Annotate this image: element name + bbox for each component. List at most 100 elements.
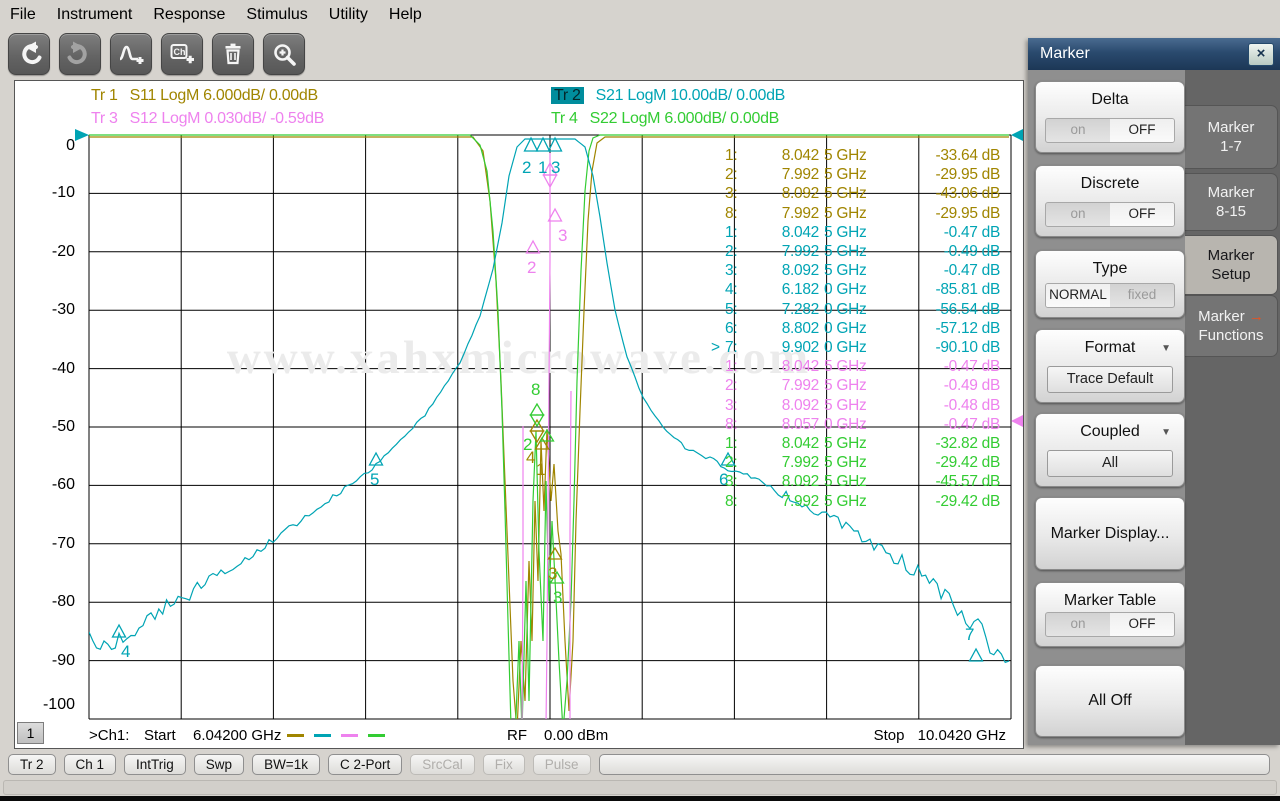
marker-table-row: 1:8.0425 GHz-0.47 dB (725, 357, 1005, 376)
svg-text:2: 2 (523, 435, 532, 454)
marker-table-row: 3:8.0925 GHz-0.47 dB (725, 261, 1005, 280)
tab-line: 8-15 (1216, 202, 1246, 221)
status-bw-1k-button[interactable]: BW=1k (252, 754, 320, 775)
tab-line: Marker → (1198, 307, 1264, 326)
status-swp-button[interactable]: Swp (194, 754, 244, 775)
marker-frequency-unit: 5 GHz (819, 357, 897, 376)
menu-item-instrument[interactable]: Instrument (57, 6, 133, 24)
button-label: Discrete (1036, 175, 1184, 193)
tab-line: 1-7 (1220, 137, 1242, 156)
marker-number: 1: (725, 434, 747, 453)
y-axis-label: -50 (31, 418, 75, 436)
status-ch-1-button[interactable]: Ch 1 (64, 754, 117, 775)
trace-settings: S22 LogM 6.000dB/ 0.00dB (590, 110, 779, 127)
format-button[interactable]: Format▼Trace Default (1035, 329, 1185, 403)
type-button[interactable]: TypeNORMALfixed (1035, 250, 1185, 318)
marker-value: -90.10 dB (897, 338, 1000, 357)
marker-value: -0.49 dB (897, 376, 1000, 395)
marker-value: -29.42 dB (897, 492, 1000, 511)
marker-frequency-unit: 0 GHz (819, 280, 897, 299)
marker-frequency: 7.992 (747, 165, 819, 184)
marker-frequency-unit: 5 GHz (819, 223, 897, 242)
new-trace-button[interactable] (110, 33, 152, 75)
delete-button[interactable] (212, 33, 254, 75)
marker-frequency-unit: 0 GHz (819, 415, 897, 434)
status-srccal-button: SrcCal (410, 754, 475, 775)
marker-frequency-unit: 5 GHz (819, 261, 897, 280)
status-fix-button: Fix (483, 754, 525, 775)
marker-number: 1: (725, 223, 747, 242)
toggle-on[interactable]: on (1046, 613, 1110, 636)
svg-text:1: 1 (538, 158, 547, 177)
trace-id: Tr 1 (91, 87, 118, 104)
menu-item-response[interactable]: Response (153, 6, 225, 24)
discrete-toggle[interactable]: onOFF (1045, 202, 1175, 227)
delta-button[interactable]: DeltaonOFF (1035, 81, 1185, 153)
trace-id: Tr 3 (91, 110, 118, 127)
marker-number: 8: (725, 415, 747, 434)
legend-dash-tr-1 (287, 734, 304, 737)
marker-number: 1: (725, 357, 747, 376)
marker-table-row: 1:8.0425 GHz-32.82 dB (725, 434, 1005, 453)
channel-1-badge[interactable]: 1 (17, 722, 44, 744)
delete-icon (220, 41, 246, 67)
type-toggle[interactable]: NORMALfixed (1045, 283, 1175, 308)
marker-frequency: 8.042 (747, 434, 819, 453)
marker-display-button[interactable]: Marker Display... (1035, 497, 1185, 570)
status-filler (599, 754, 1270, 775)
svg-text:2: 2 (522, 158, 531, 177)
toggle-normal[interactable]: NORMAL (1046, 284, 1110, 307)
rf-label: RF (507, 727, 527, 744)
marker-frequency: 7.992 (747, 492, 819, 511)
tab-marker-setup[interactable]: MarkerSetup (1185, 235, 1278, 295)
toggle-off[interactable]: OFF (1110, 203, 1174, 226)
toggle-on[interactable]: on (1046, 203, 1110, 226)
toggle-on[interactable]: on (1046, 119, 1110, 142)
y-axis-label: 0 (31, 137, 75, 155)
trace-label-tr-4[interactable]: Tr 4S22 LogM 6.000dB/ 0.00dB (551, 110, 779, 128)
menu-item-file[interactable]: File (10, 6, 36, 24)
close-icon[interactable]: × (1248, 43, 1274, 66)
all-option[interactable]: All (1047, 450, 1173, 477)
trace-default-option[interactable]: Trace Default (1047, 366, 1173, 393)
tab-marker-1-7[interactable]: Marker1-7 (1185, 105, 1278, 169)
trace-label-tr-2[interactable]: Tr 2S21 LogM 10.00dB/ 0.00dB (551, 87, 785, 105)
svg-text:3: 3 (553, 588, 562, 607)
status-tr-2-button[interactable]: Tr 2 (8, 754, 56, 775)
marker-table-button[interactable]: Marker TableonOFF (1035, 582, 1185, 647)
chevron-down-icon: ▼ (1161, 343, 1171, 354)
trace-label-tr-3[interactable]: Tr 3S12 LogM 0.030dB/ -0.59dB (91, 110, 324, 128)
y-axis-label: -70 (31, 535, 75, 553)
coupled-button[interactable]: Coupled▼All (1035, 413, 1185, 487)
trace-label-tr-1[interactable]: Tr 1S11 LogM 6.000dB/ 0.00dB (91, 87, 318, 105)
marker-value: -85.81 dB (897, 280, 1000, 299)
y-axis-label: -80 (31, 593, 75, 611)
new-channel-button[interactable]: Ch (161, 33, 203, 75)
all-off-button[interactable]: All Off (1035, 665, 1185, 737)
delta-toggle[interactable]: onOFF (1045, 118, 1175, 143)
status-c-2-port-button[interactable]: C 2-Port (328, 754, 402, 775)
toggle-off[interactable]: OFF (1110, 119, 1174, 142)
marker-frequency-unit: 0 GHz (819, 319, 897, 338)
start-value: 6.04200 GHz (193, 727, 281, 744)
toggle-fixed[interactable]: fixed (1110, 284, 1174, 307)
tab-line: Marker (1208, 118, 1255, 137)
status-pulse-button: Pulse (533, 754, 591, 775)
menu-item-stimulus[interactable]: Stimulus (246, 6, 307, 24)
start-label: Start (144, 727, 176, 744)
tab-marker-8-15[interactable]: Marker8-15 (1185, 173, 1278, 231)
discrete-button[interactable]: Discrete onOFF (1035, 165, 1185, 237)
marker-number: 8: (725, 204, 747, 223)
menu-item-utility[interactable]: Utility (329, 6, 368, 24)
menu-item-help[interactable]: Help (389, 6, 422, 24)
toggle-off[interactable]: OFF (1110, 613, 1174, 636)
marker-table-row: 2:7.9925 GHz-29.95 dB (725, 165, 1005, 184)
status-inttrig-button[interactable]: IntTrig (124, 754, 186, 775)
tab-marker-functions[interactable]: Marker →Functions (1185, 295, 1278, 357)
marker-value: -45.57 dB (897, 472, 1000, 491)
tab-line: Functions (1198, 326, 1263, 345)
zoom-button[interactable] (263, 33, 305, 75)
undo-button[interactable] (8, 33, 50, 75)
marker-table-toggle[interactable]: onOFF (1045, 612, 1175, 637)
marker-value: -0.49 dB (897, 242, 1000, 261)
